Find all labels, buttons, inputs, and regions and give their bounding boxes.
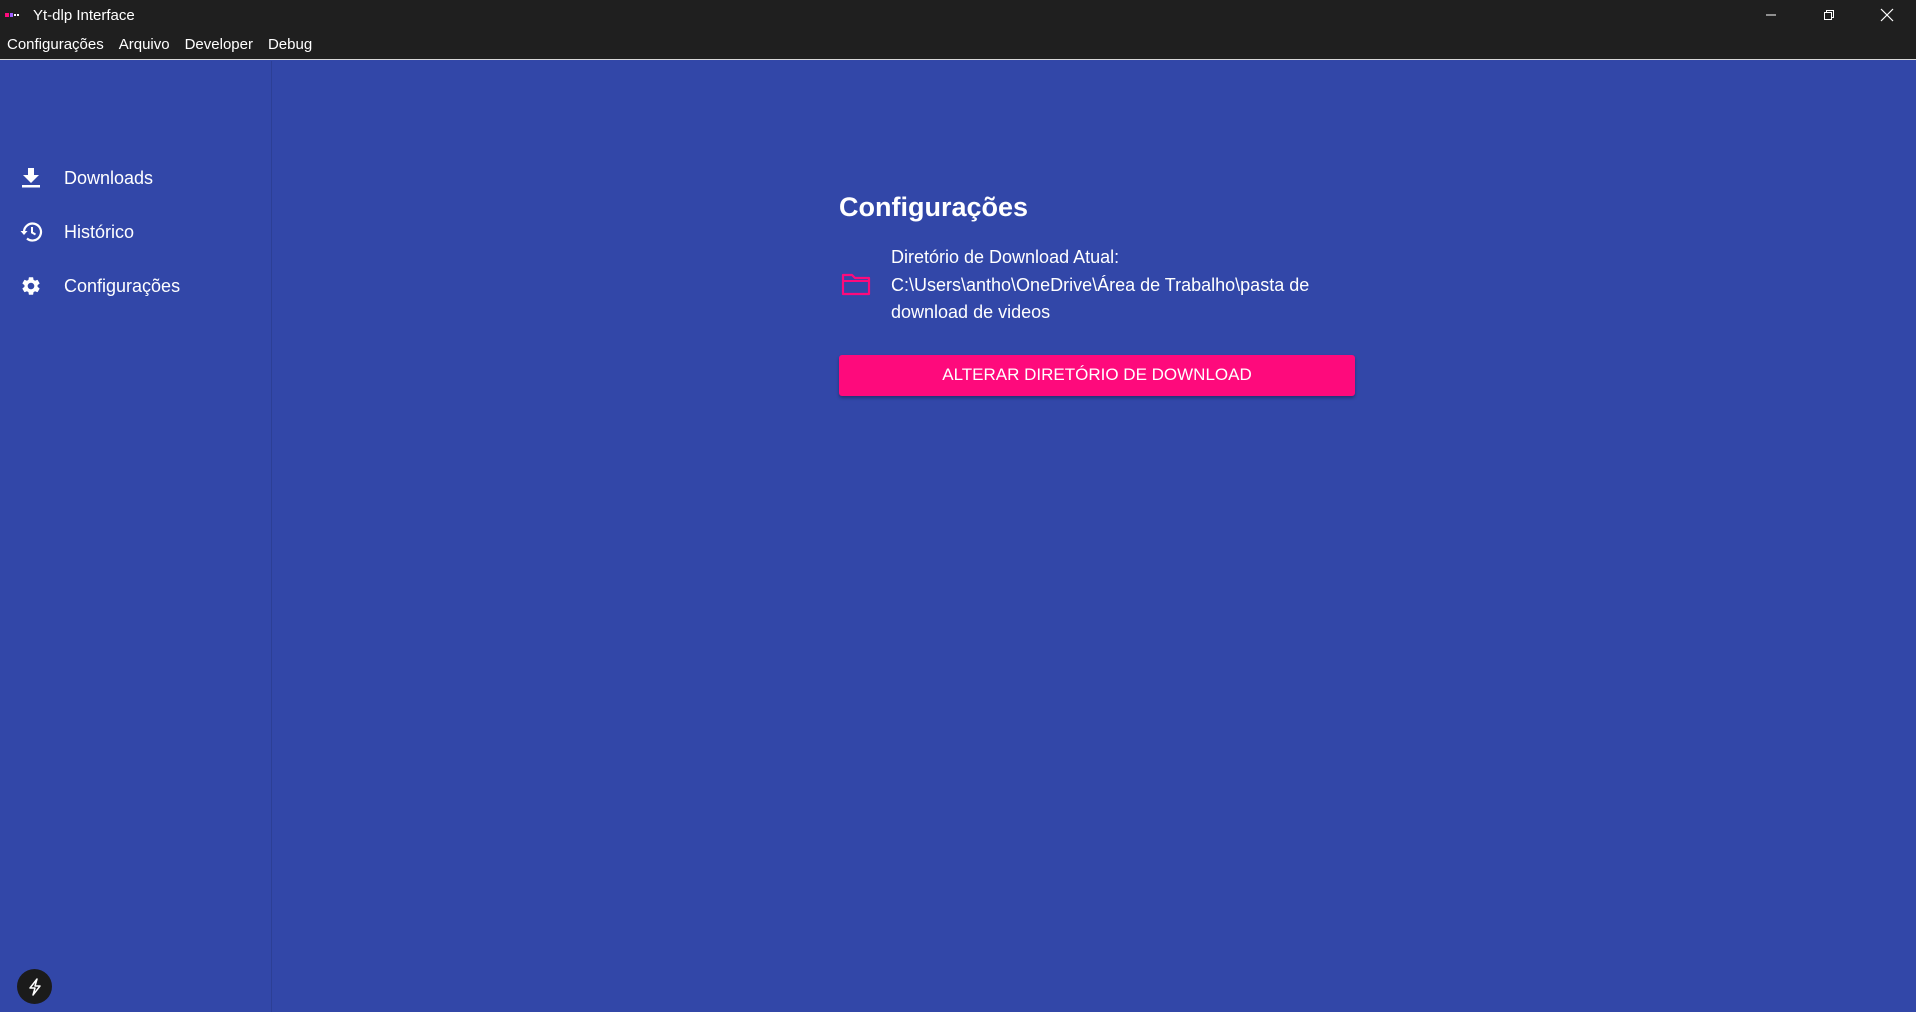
- download-directory-info: Diretório de Download Atual: C:\Users\an…: [891, 244, 1341, 327]
- gear-icon: [19, 274, 43, 298]
- change-directory-button[interactable]: ALTERAR DIRETÓRIO DE DOWNLOAD: [839, 354, 1355, 396]
- folder-icon: [841, 272, 871, 298]
- app-logo-icon: [5, 9, 25, 21]
- restore-button[interactable]: [1800, 0, 1858, 30]
- directory-label: Diretório de Download Atual:: [891, 247, 1120, 267]
- history-icon: [19, 220, 43, 244]
- sidebar-item-configuracoes[interactable]: Configurações: [0, 259, 272, 313]
- sidebar-item-label: Configurações: [64, 275, 181, 296]
- close-button[interactable]: [1858, 0, 1916, 30]
- menu-bar: Configurações Arquivo Developer Debug: [0, 30, 1916, 60]
- minimize-icon: [1766, 14, 1776, 16]
- bolt-icon: [28, 977, 41, 996]
- window-title: Yt-dlp Interface: [33, 6, 135, 24]
- download-directory-row: Diretório de Download Atual: C:\Users\an…: [839, 244, 1355, 327]
- sidebar-item-label: Downloads: [64, 167, 154, 188]
- page-title: Configurações: [839, 192, 1029, 222]
- restore-icon: [1824, 10, 1834, 20]
- sidebar: Downloads Histórico Configurações: [0, 61, 272, 1012]
- close-icon: [1880, 8, 1894, 22]
- sidebar-item-downloads[interactable]: Downloads: [0, 151, 272, 205]
- menu-arquivo[interactable]: Arquivo: [112, 36, 178, 53]
- menu-debug[interactable]: Debug: [261, 36, 320, 53]
- minimize-button[interactable]: [1742, 0, 1800, 30]
- sidebar-nav: Downloads Histórico Configurações: [0, 151, 272, 313]
- menu-developer[interactable]: Developer: [178, 36, 261, 53]
- title-bar: Yt-dlp Interface: [0, 0, 1916, 30]
- bolt-button[interactable]: [17, 969, 52, 1004]
- download-icon: [19, 166, 43, 190]
- menu-configuracoes[interactable]: Configurações: [0, 36, 112, 53]
- sidebar-item-historico[interactable]: Histórico: [0, 205, 272, 259]
- directory-path: C:\Users\antho\OneDrive\Área de Trabalho…: [891, 274, 1310, 323]
- window-controls: [1742, 0, 1916, 30]
- settings-panel: Configurações Diretório de Download Atua…: [839, 190, 1355, 396]
- sidebar-item-label: Histórico: [64, 221, 135, 242]
